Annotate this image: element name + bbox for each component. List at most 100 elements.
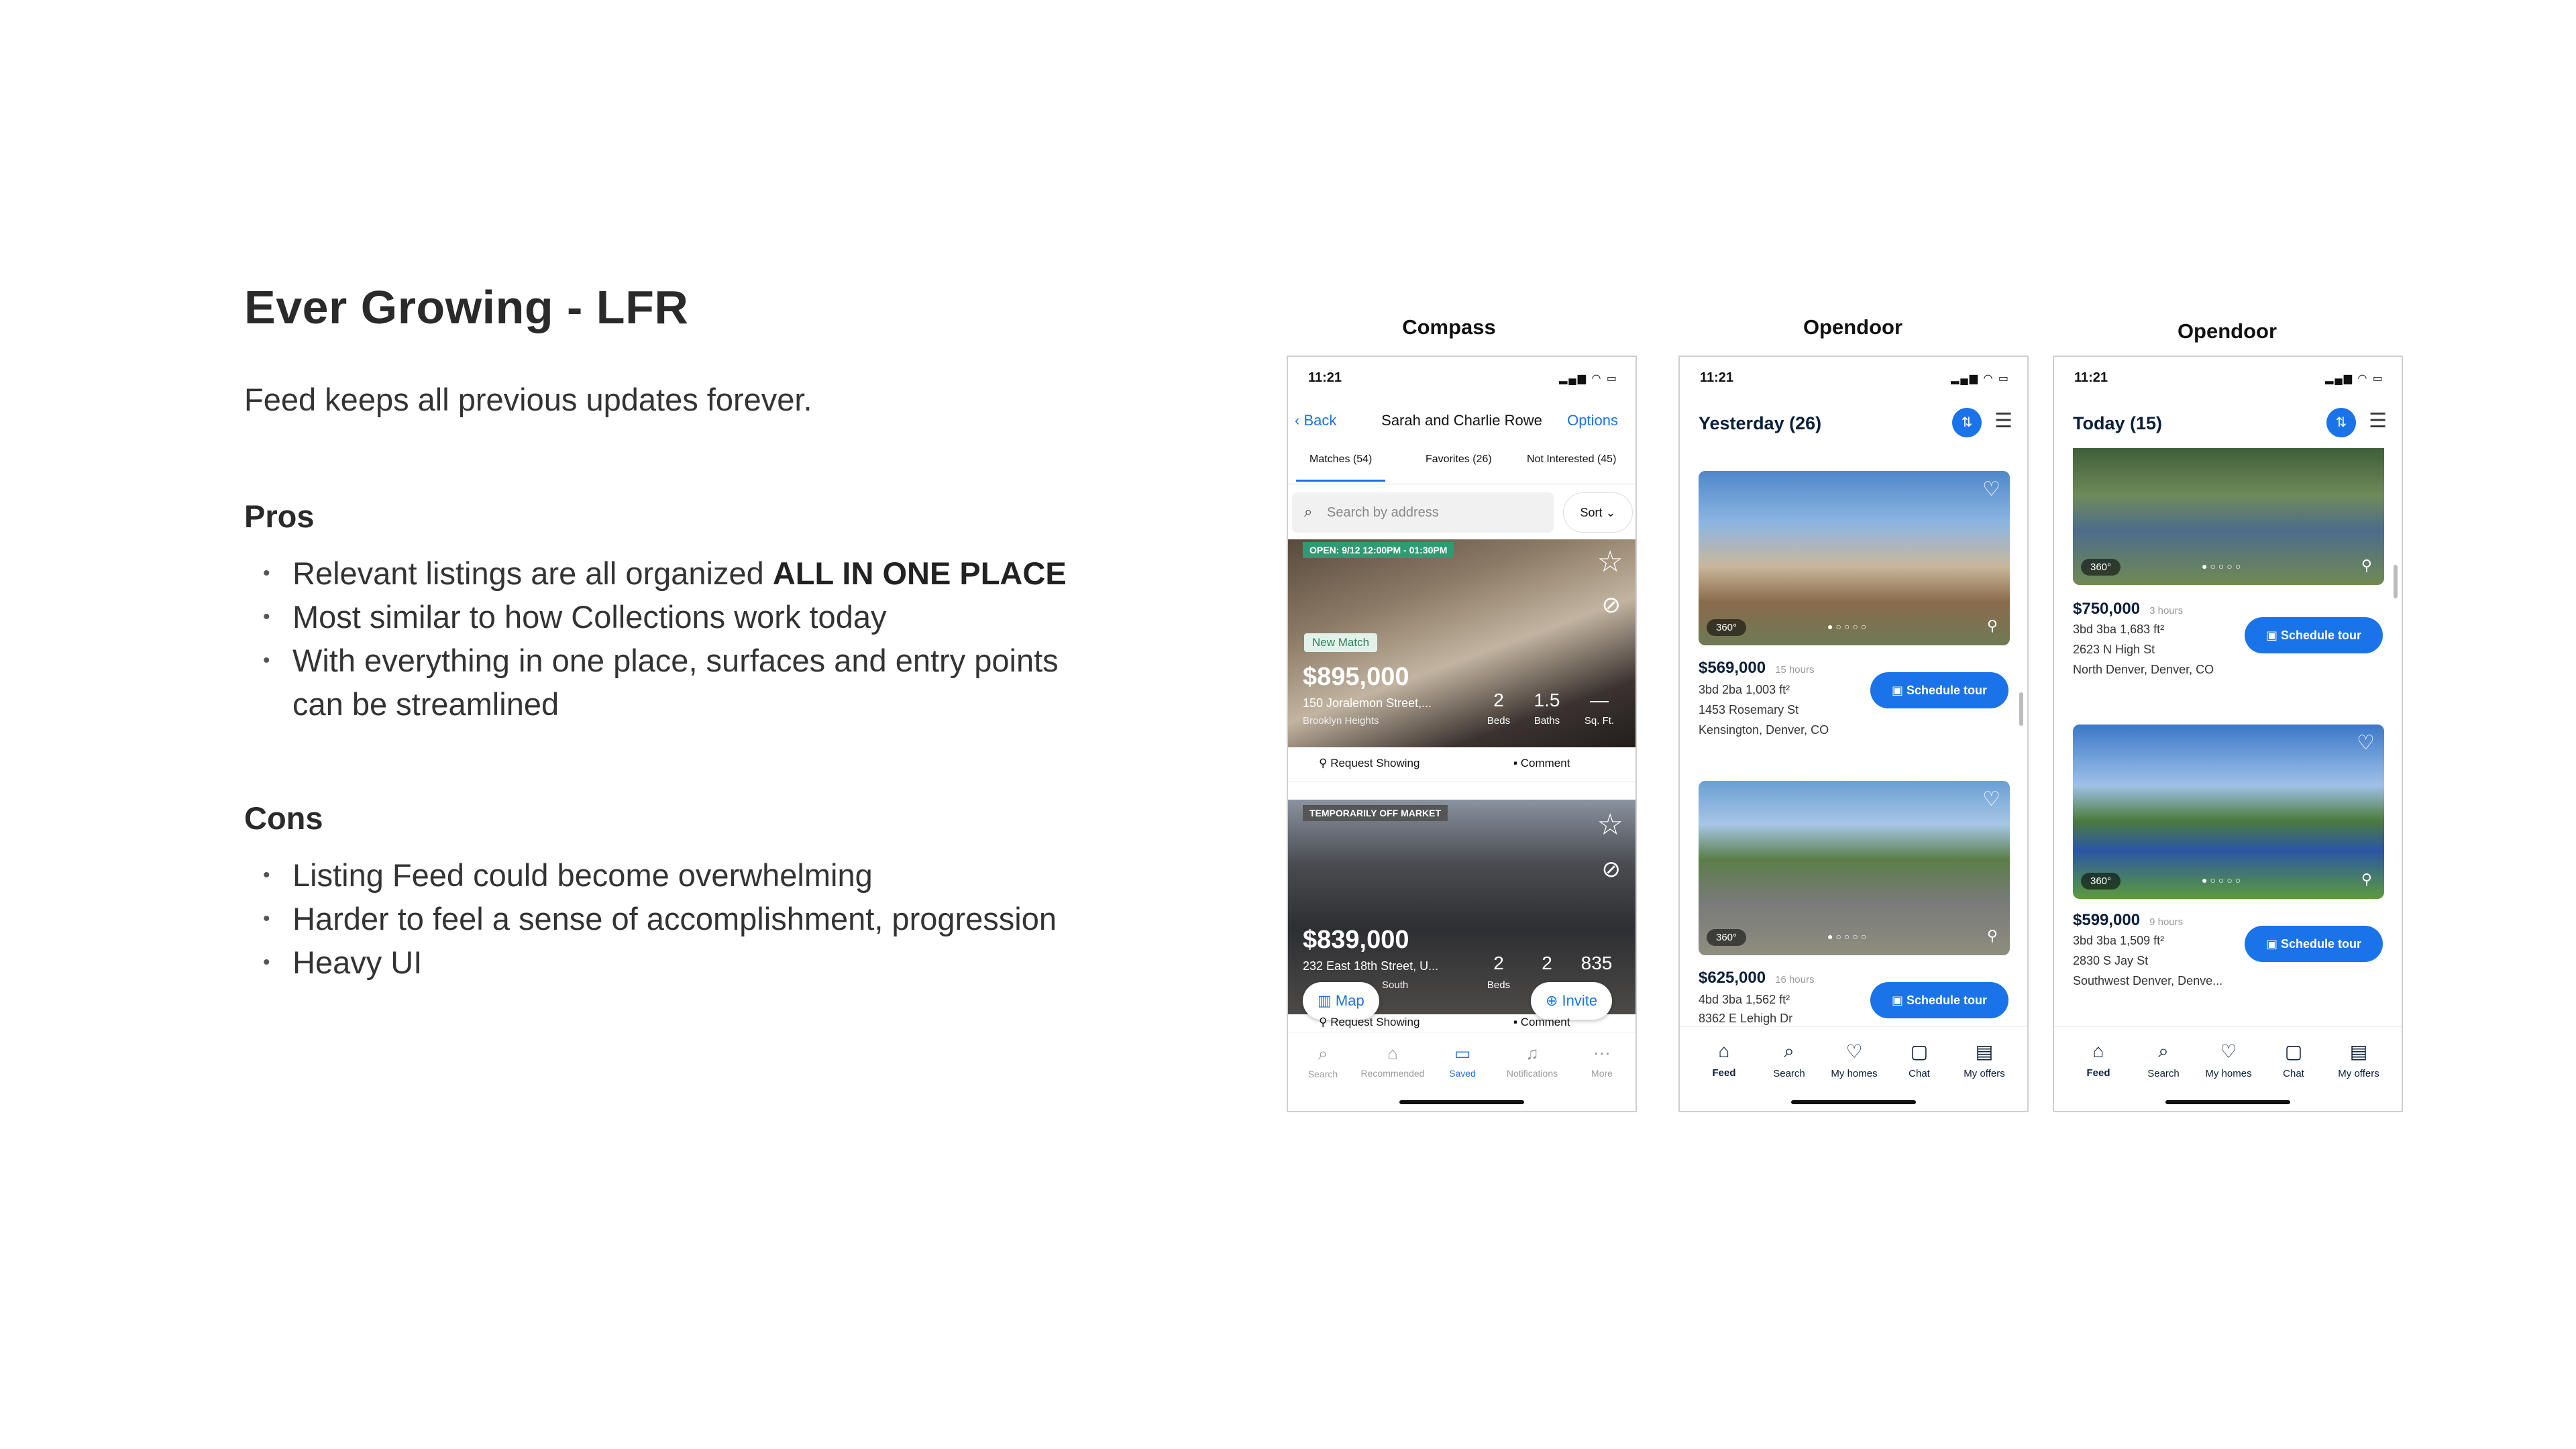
nav-my-homes[interactable]: ♡ My homes <box>1821 1040 1888 1079</box>
nav-feed[interactable]: ⌂ Feed <box>1690 1040 1758 1079</box>
cons-heading: Cons <box>244 800 323 836</box>
compass-phone: 11:21 ▂▄▆ ◠ ▭ ‹ Back Sarah and Charlie R… <box>1287 356 1637 1112</box>
listing-neighborhood: Brooklyn Heights <box>1303 715 1379 727</box>
home-indicator <box>1399 1100 1524 1104</box>
scrollbar[interactable] <box>2394 565 2398 598</box>
not-interested-icon[interactable]: ⊘ <box>1602 856 1621 883</box>
photo-pager-dots: ●○○○○ <box>2202 875 2244 885</box>
listing-actions: ⚲ Request Showing ▪ Comment <box>1288 747 1635 782</box>
listing-street: 2830 S Jay St <box>2073 954 2149 967</box>
heart-icon[interactable]: ♡ <box>1982 788 2000 811</box>
request-showing-button[interactable]: ⚲ Request Showing <box>1319 1016 1419 1029</box>
bottom-nav: ⌂ Feed ⌕ Search ♡ My homes ▢ Chat ▤ My offers <box>1680 1026 2027 1111</box>
menu-icon[interactable]: ☰ <box>2369 409 2387 433</box>
scrollbar[interactable] <box>2019 692 2023 726</box>
open-house-badge: OPEN: 9/12 12:00PM - 01:30PM <box>1303 542 1454 558</box>
photo-pager-dots: ●○○○○ <box>1827 621 1870 632</box>
tour-360-badge[interactable]: 360° <box>2081 873 2121 890</box>
baths-value: 2 <box>1542 953 1552 973</box>
search-placeholder: Search by address <box>1327 505 1439 520</box>
listing-photo[interactable]: 360° ●○○○○ ⚲ <box>2073 448 2384 585</box>
tour-360-badge[interactable]: 360° <box>2081 559 2121 576</box>
star-icon[interactable]: ☆ <box>1597 545 1623 579</box>
schedule-tour-button[interactable]: ▣ Schedule tour <box>1870 982 2008 1018</box>
filter-button[interactable]: ⇅ <box>1952 408 1982 437</box>
nav-search[interactable]: ⌕ Search <box>1288 1043 1358 1079</box>
listing-address: 232 East 18th Street, U... <box>1303 959 1439 973</box>
schedule-tour-button[interactable]: ▣ Schedule tour <box>2245 617 2383 653</box>
tab-favorites[interactable]: Favorites (26) <box>1426 453 1492 466</box>
search-input[interactable]: ⌕ Search by address <box>1292 492 1554 533</box>
listing-photo[interactable]: OPEN: 9/12 12:00PM - 01:30PM ☆ ⊘ New Mat… <box>1288 539 1635 747</box>
comment-button[interactable]: ▪ Comment <box>1513 1016 1570 1029</box>
tab-not-interested[interactable]: Not Interested (45) <box>1527 453 1616 466</box>
status-badge: TEMPORARILY OFF MARKET <box>1303 805 1448 821</box>
listing-area: Southwest Denver, Denve... <box>2073 974 2223 987</box>
options-button[interactable]: Options <box>1567 412 1618 429</box>
tour-360-badge[interactable]: 360° <box>1707 929 1747 946</box>
nav-chat[interactable]: ▢ Chat <box>1886 1040 1953 1079</box>
listing-photo[interactable]: ♡ 360° ●○○○○ ⚲ <box>1699 471 2010 645</box>
request-showing-button[interactable]: ⚲ Request Showing <box>1319 757 1419 770</box>
sort-button[interactable]: Sort ⌄ <box>1563 492 1633 533</box>
nav-feed[interactable]: ⌂ Feed <box>2065 1040 2132 1079</box>
baths-value: 1.5 <box>1534 690 1560 710</box>
beds-value: 2 <box>1493 690 1504 710</box>
nav-more[interactable]: ⋯ More <box>1567 1043 1635 1079</box>
listing-photo[interactable]: ♡ 360° ●○○○○ ⚲ <box>2073 724 2384 899</box>
folder-icon: ▭ <box>1454 1043 1471 1063</box>
cons-item: Harder to feel a sense of accomplishment… <box>263 897 1162 941</box>
document-icon: ▤ <box>1975 1041 1994 1062</box>
not-interested-icon[interactable]: ⊘ <box>1602 592 1621 619</box>
map-pin-icon[interactable]: ⚲ <box>1987 927 1998 945</box>
phone-label-opendoor: Opendoor <box>2177 319 2277 343</box>
signal-wifi-battery-icon: ▂▄▆ ◠ ▭ <box>2325 373 2384 384</box>
search-icon: ⌕ <box>1318 1043 1328 1063</box>
filter-button[interactable]: ⇅ <box>2326 408 2356 437</box>
map-pin-icon[interactable]: ⚲ <box>2361 557 2372 574</box>
tour-360-badge[interactable]: 360° <box>1707 619 1747 636</box>
listing-price: $895,000 <box>1303 663 1409 691</box>
listing-photo[interactable]: ♡ 360° ●○○○○ ⚲ <box>1699 781 2010 955</box>
nav-my-offers[interactable]: ▤ My offers <box>1951 1040 2018 1079</box>
nav-search[interactable]: ⌕ Search <box>1756 1040 1823 1079</box>
search-icon: ⌕ <box>2158 1040 2169 1061</box>
nav-chat[interactable]: ▢ Chat <box>2260 1040 2327 1079</box>
nav-my-homes[interactable]: ♡ My homes <box>2195 1040 2262 1079</box>
home-indicator <box>1791 1100 1916 1104</box>
pros-item: With everything in one place, surfaces a… <box>263 639 1068 726</box>
nav-saved[interactable]: ▭ Saved <box>1428 1043 1497 1079</box>
listing-price: $750,000 3 hours <box>2073 600 2184 618</box>
chat-icon: ▢ <box>1910 1041 1929 1062</box>
feed-heading: Yesterday (26) <box>1699 413 1822 433</box>
opendoor-phone-today: 11:21 ▂▄▆ ◠ ▭ Today (15) ⇅ ☰ 360° ●○○○○ … <box>2053 356 2403 1112</box>
menu-icon[interactable]: ☰ <box>1994 409 2012 433</box>
listing-specs: 3bd 3ba 1,509 ft² <box>2073 934 2165 947</box>
heart-icon[interactable]: ♡ <box>2357 731 2375 755</box>
pros-item: Relevant listings are all organized ALL … <box>263 551 1162 595</box>
map-pin-icon[interactable]: ⚲ <box>2361 871 2372 888</box>
nav-notifications[interactable]: ♫ Notifications <box>1497 1043 1567 1079</box>
document-icon: ▤ <box>2349 1041 2368 1062</box>
listing-neighborhood: South <box>1382 979 1409 991</box>
nav-search[interactable]: ⌕ Search <box>2130 1040 2197 1079</box>
schedule-tour-button[interactable]: ▣ Schedule tour <box>2245 926 2383 962</box>
home-icon: ⌂ <box>2092 1040 2104 1061</box>
schedule-tour-button[interactable]: ▣ Schedule tour <box>1870 672 2008 708</box>
listing-street: 8362 E Lehigh Dr <box>1699 1012 1793 1025</box>
search-icon: ⌕ <box>1784 1040 1794 1061</box>
status-bar: 11:21 ▂▄▆ ◠ ▭ <box>2054 357 2402 397</box>
comment-button[interactable]: ▪ Comment <box>1513 757 1570 770</box>
phone-label-opendoor: Opendoor <box>1803 315 1903 339</box>
beds-value: 2 <box>1493 953 1504 973</box>
nav-my-offers[interactable]: ▤ My offers <box>2325 1040 2392 1079</box>
sqft-label: Sq. Ft. <box>1584 715 1615 727</box>
feed-heading: Today (15) <box>2073 413 2163 433</box>
tab-matches[interactable]: Matches (54) <box>1295 453 1386 482</box>
cons-item: Heavy UI <box>263 941 1162 984</box>
heart-icon[interactable]: ♡ <box>1982 478 2000 501</box>
beds-label: Beds <box>1487 979 1511 991</box>
nav-recommended[interactable]: ⌂ Recommended <box>1358 1043 1428 1079</box>
star-icon[interactable]: ☆ <box>1597 808 1623 842</box>
map-pin-icon[interactable]: ⚲ <box>1987 617 1998 635</box>
